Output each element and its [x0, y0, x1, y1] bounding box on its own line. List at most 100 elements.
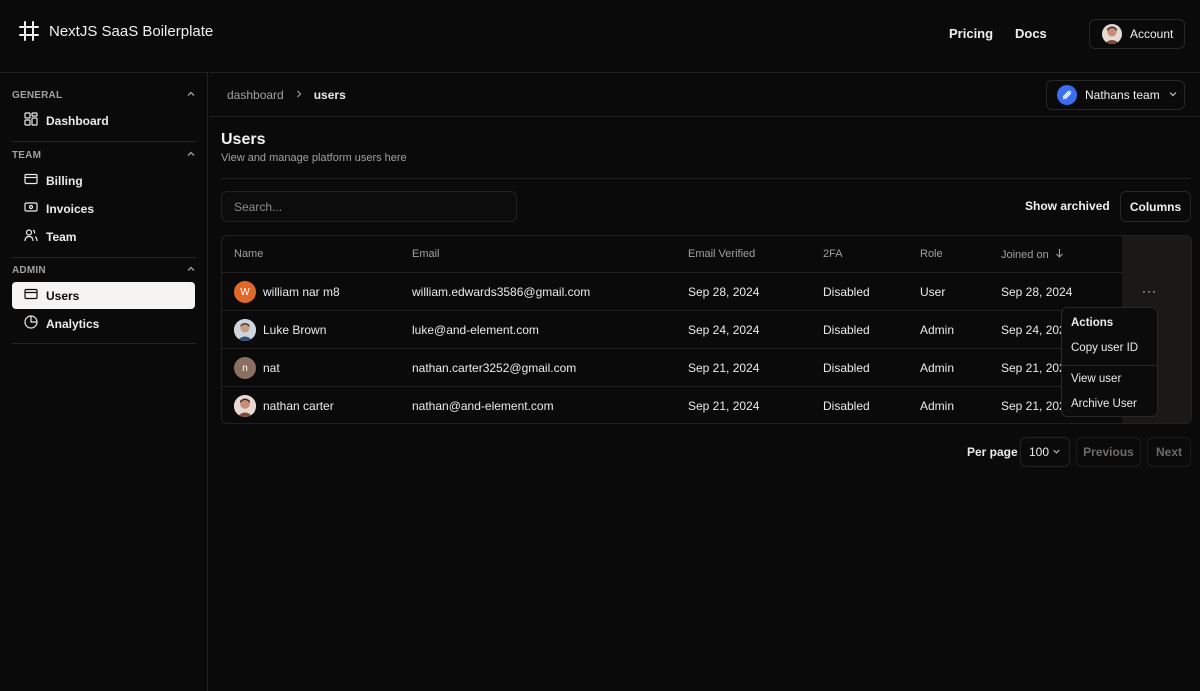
sidebar-section-admin[interactable]: ADMIN [12, 264, 196, 277]
previous-page-button[interactable]: Previous [1076, 437, 1141, 467]
cell-email-verified: Sep 21, 2024 [688, 399, 760, 413]
cell-email-verified: Sep 28, 2024 [688, 285, 760, 299]
hash-logo-icon [18, 20, 40, 42]
cell-email-verified: Sep 21, 2024 [688, 361, 760, 375]
breadcrumb-dashboard[interactable]: dashboard [227, 88, 284, 102]
cell-name: n nat [234, 357, 280, 379]
archive-user-menu-item[interactable]: Archive User [1071, 398, 1137, 410]
dashboard-icon [24, 112, 38, 129]
receipt-icon [24, 200, 38, 217]
table-row[interactable]: n nat nathan.carter3252@gmail.com Sep 21… [222, 349, 1122, 387]
header-name[interactable]: Name [234, 248, 263, 260]
cell-role: Admin [920, 361, 955, 375]
users-icon [24, 228, 38, 245]
show-archived-button[interactable]: Show archived [1025, 199, 1110, 213]
avatar [234, 395, 256, 417]
per-page-value: 100 [1028, 445, 1050, 459]
breadcrumb: dashboard users [227, 88, 346, 102]
sidebar-item-dashboard[interactable]: Dashboard [12, 107, 195, 134]
chevron-up-icon [186, 89, 196, 102]
per-page-label: Per page [967, 445, 1018, 459]
docs-link[interactable]: Docs [1015, 26, 1047, 41]
team-switcher[interactable]: Nathans team [1046, 80, 1185, 110]
sidebar-item-team[interactable]: Team [12, 223, 195, 250]
avatar: n [234, 357, 256, 379]
user-name: Luke Brown [263, 323, 327, 337]
sidebar: GENERAL Dashboard TEAM Billing Invoices … [0, 72, 208, 691]
pricing-link[interactable]: Pricing [949, 26, 993, 41]
chevron-up-icon [186, 264, 196, 277]
row-actions-button[interactable]: ··· [1142, 284, 1157, 298]
view-user-menu-item[interactable]: View user [1071, 373, 1121, 385]
cell-2fa: Disabled [823, 399, 870, 413]
divider [221, 178, 1191, 179]
sidebar-item-label: Invoices [46, 201, 95, 216]
divider [12, 141, 196, 142]
table-row[interactable]: Luke Brown luke@and-element.com Sep 24, … [222, 311, 1122, 349]
per-page-select[interactable]: 100 [1020, 437, 1070, 467]
cell-email: luke@and-element.com [412, 323, 539, 337]
sidebar-item-label: Dashboard [46, 113, 109, 128]
search-input[interactable] [221, 191, 517, 222]
cell-email: nathan@and-element.com [412, 399, 554, 413]
section-title: ADMIN [12, 265, 46, 276]
page-subtitle: View and manage platform users here [221, 152, 407, 164]
next-page-button[interactable]: Next [1147, 437, 1191, 467]
cell-joined-on: Sep 28, 2024 [1001, 285, 1073, 299]
cell-2fa: Disabled [823, 323, 870, 337]
brand[interactable]: NextJS SaaS Boilerplate [18, 20, 213, 42]
pie-chart-icon [24, 315, 38, 332]
sidebar-item-label: Billing [46, 173, 83, 188]
cell-email: william.edwards3586@gmail.com [412, 285, 591, 299]
user-name: nat [263, 361, 280, 375]
sidebar-section-general[interactable]: GENERAL [12, 89, 196, 102]
table-row[interactable]: nathan carter nathan@and-element.com Sep… [222, 387, 1122, 423]
credit-card-icon [24, 172, 38, 189]
section-title: TEAM [12, 150, 42, 161]
cell-name: nathan carter [234, 395, 334, 417]
copy-user-id-menu-item[interactable]: Copy user ID [1071, 342, 1138, 354]
header-email-verified[interactable]: Email Verified [688, 248, 755, 260]
header-email[interactable]: Email [412, 248, 440, 260]
sidebar-item-invoices[interactable]: Invoices [12, 195, 195, 222]
header-joined-on[interactable]: Joined on [1001, 248, 1064, 261]
team-logo-icon [1057, 85, 1077, 105]
account-label: Account [1130, 27, 1174, 41]
columns-button[interactable]: Columns [1120, 191, 1191, 222]
cell-role: Admin [920, 399, 955, 413]
actions-menu: Actions Copy user ID View user Archive U… [1061, 307, 1158, 417]
app-name: NextJS SaaS Boilerplate [49, 22, 214, 40]
avatar [234, 319, 256, 341]
divider [12, 257, 196, 258]
table-header: Name Email Email Verified 2FA Role Joine… [222, 236, 1122, 273]
account-button[interactable]: Account [1089, 19, 1185, 49]
cell-email-verified: Sep 24, 2024 [688, 323, 760, 337]
chevron-right-icon [295, 88, 303, 102]
avatar [1102, 24, 1122, 44]
cell-role: Admin [920, 323, 955, 337]
arrow-down-icon [1055, 248, 1064, 261]
header-2fa[interactable]: 2FA [823, 248, 843, 260]
chevron-down-icon [1168, 88, 1178, 102]
user-name: nathan carter [263, 399, 334, 413]
sidebar-item-label: Team [46, 229, 77, 244]
sidebar-item-analytics[interactable]: Analytics [12, 310, 195, 337]
table-row[interactable]: W william nar m8 william.edwards3586@gma… [222, 273, 1122, 311]
top-navbar: NextJS SaaS Boilerplate Pricing Docs Acc… [0, 0, 1200, 68]
cell-email: nathan.carter3252@gmail.com [412, 361, 577, 375]
cell-2fa: Disabled [823, 361, 870, 375]
menu-divider [1062, 365, 1157, 366]
header-joined-label: Joined on [1001, 248, 1049, 261]
menu-title: Actions [1071, 317, 1114, 329]
avatar: W [234, 281, 256, 303]
header-role[interactable]: Role [920, 248, 943, 260]
chevron-down-icon [1052, 445, 1061, 459]
main-header: dashboard users Nathans team [209, 72, 1200, 117]
sidebar-item-label: Analytics [46, 316, 100, 331]
team-name: Nathans team [1085, 88, 1160, 102]
sidebar-section-team[interactable]: TEAM [12, 149, 196, 162]
chevron-up-icon [186, 149, 196, 162]
sidebar-item-users[interactable]: Users [12, 282, 195, 309]
sidebar-item-billing[interactable]: Billing [12, 167, 195, 194]
users-table: Name Email Email Verified 2FA Role Joine… [221, 235, 1192, 424]
